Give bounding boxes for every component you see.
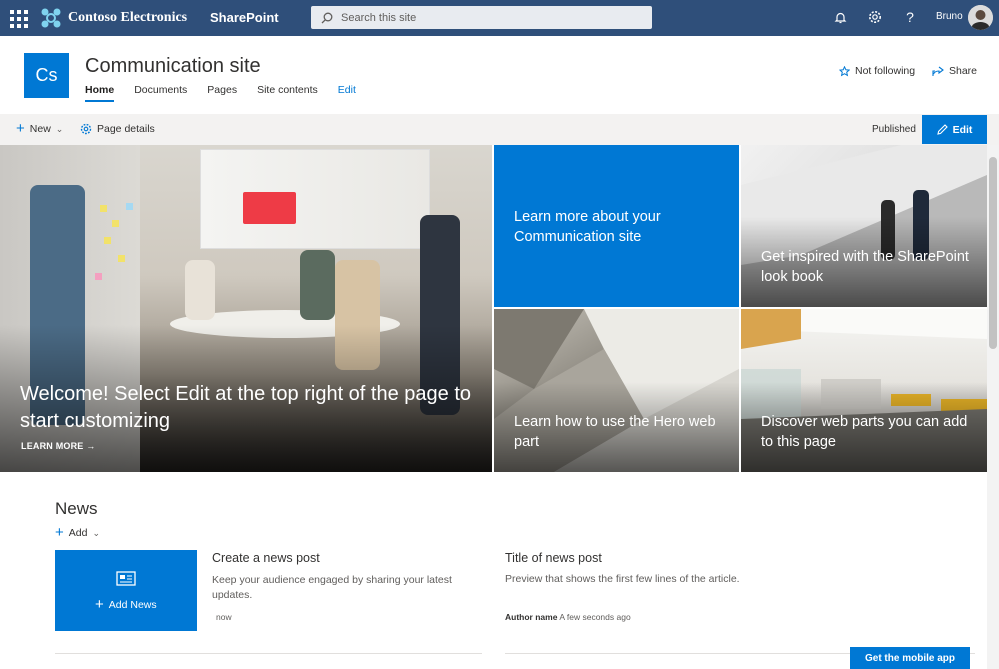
help-icon[interactable]: ? [901,8,919,26]
follow-button[interactable]: Not following [839,65,915,77]
brand-name: Contoso Electronics [68,10,188,25]
sticky-note [126,203,133,210]
add-news-label-wrap: + Add News [95,596,157,613]
hero-main-tile[interactable]: Welcome! Select Edit at the top right of… [0,145,492,472]
edit-button[interactable]: Edit [922,115,987,144]
chevron-down-icon: ⌄ [55,123,64,134]
hero-tile-title: Learn more about your Communication site [514,209,661,245]
search-placeholder: Search this site [341,11,417,24]
learn-more-link[interactable]: LEARN MORE → [21,441,95,451]
avatar[interactable] [968,5,993,30]
hero-tile-title: Discover web parts you can add to this p… [761,414,968,450]
follow-label: Not following [855,65,916,77]
bell-icon[interactable] [831,8,849,26]
nav-home[interactable]: Home [85,82,115,102]
page-details-label: Page details [97,123,155,135]
add-news-label: Add News [108,599,157,611]
command-bar: + New ⌄ Page details Published Edit [0,114,999,145]
divider [55,653,482,654]
new-label: New [29,123,51,135]
pencil-icon [936,124,948,135]
create-news-card[interactable]: Create a news post Keep your audience en… [212,551,482,622]
hero-tile-look-book[interactable]: Get inspired with the SharePoint look bo… [741,145,987,307]
news-author: Author name [505,612,558,622]
page-details-button[interactable]: Page details [80,123,155,135]
plus-icon: + [95,596,104,613]
news-title: Title of news post [505,551,602,565]
create-news-title: Create a news post [212,551,320,565]
new-button[interactable]: + New ⌄ [16,120,64,137]
office-window [200,149,430,249]
sticky-note [118,255,125,262]
site-header: Cs Communication site Home Documents Pag… [0,36,999,114]
app-launcher-icon[interactable] [8,8,28,28]
hero-tile-web-parts[interactable]: Discover web parts you can add to this p… [741,309,987,472]
learn-more-label: LEARN MORE [21,441,84,451]
hero-main-title: Welcome! Select Edit at the top right of… [20,383,472,432]
nav-documents[interactable]: Documents [134,82,187,102]
site-logo[interactable]: Cs [24,53,69,98]
share-label: Share [949,65,978,77]
seated-person [185,260,215,320]
hero-tile-communication-site[interactable]: Learn more about your Communication site [494,145,739,307]
get-mobile-app-button[interactable]: Get the mobile app [850,647,970,669]
nav-site-contents[interactable]: Site contents [257,82,318,102]
add-news-button[interactable]: + Add News [55,550,197,631]
site-title[interactable]: Communication site [85,55,261,78]
hero-tile-title: Get inspired with the SharePoint look bo… [761,249,969,285]
share-icon [932,66,944,76]
add-news-dropdown[interactable]: + Add ⌄ [55,524,100,541]
create-news-description: Keep your audience engaged by sharing yo… [212,574,452,601]
scrollbar-thumb[interactable] [989,157,997,349]
create-news-time: now [216,612,232,622]
sticky-note [104,237,111,244]
chevron-down-icon: ⌄ [92,527,100,538]
status-badge: Published [872,124,916,135]
arrow-right-icon: → [86,441,96,451]
hero-tile-hero-web-part[interactable]: Learn how to use the Hero web part [494,309,739,472]
news-heading: News [55,499,98,518]
sticky-note [112,220,119,227]
sharepoint-link[interactable]: SharePoint [210,10,279,25]
news-time: A few seconds ago [559,612,631,622]
add-label: Add [68,527,88,539]
gear-icon[interactable] [866,8,884,26]
contoso-logo-icon [41,8,61,28]
brand[interactable]: Contoso Electronics [40,7,187,29]
nav-edit[interactable]: Edit [338,82,356,102]
plus-icon: + [16,120,25,137]
search-icon [321,12,333,23]
suite-bar: Contoso Electronics SharePoint Search th… [0,0,999,36]
edit-label: Edit [952,123,973,136]
nav-pages[interactable]: Pages [207,82,237,102]
sample-news-card[interactable]: Title of news post Preview that shows th… [505,551,805,622]
news-icon [116,571,136,586]
gear-icon [80,123,92,135]
hero-tile-title: Learn how to use the Hero web part [514,414,716,450]
seated-person [300,250,335,320]
plus-icon: + [55,524,64,541]
share-button[interactable]: Share [932,65,977,77]
sticky-note [100,205,107,212]
site-navigation: Home Documents Pages Site contents Edit [85,82,356,102]
news-preview: Preview that shows the first few lines o… [505,573,740,585]
user-name[interactable]: Bruno [936,11,963,22]
search-input[interactable]: Search this site [311,6,652,29]
hero-web-part: Welcome! Select Edit at the top right of… [0,145,987,472]
star-icon [839,65,850,76]
sticky-note [95,273,102,280]
news-meta: Author name A few seconds ago [505,612,631,622]
red-lamp [243,192,296,224]
